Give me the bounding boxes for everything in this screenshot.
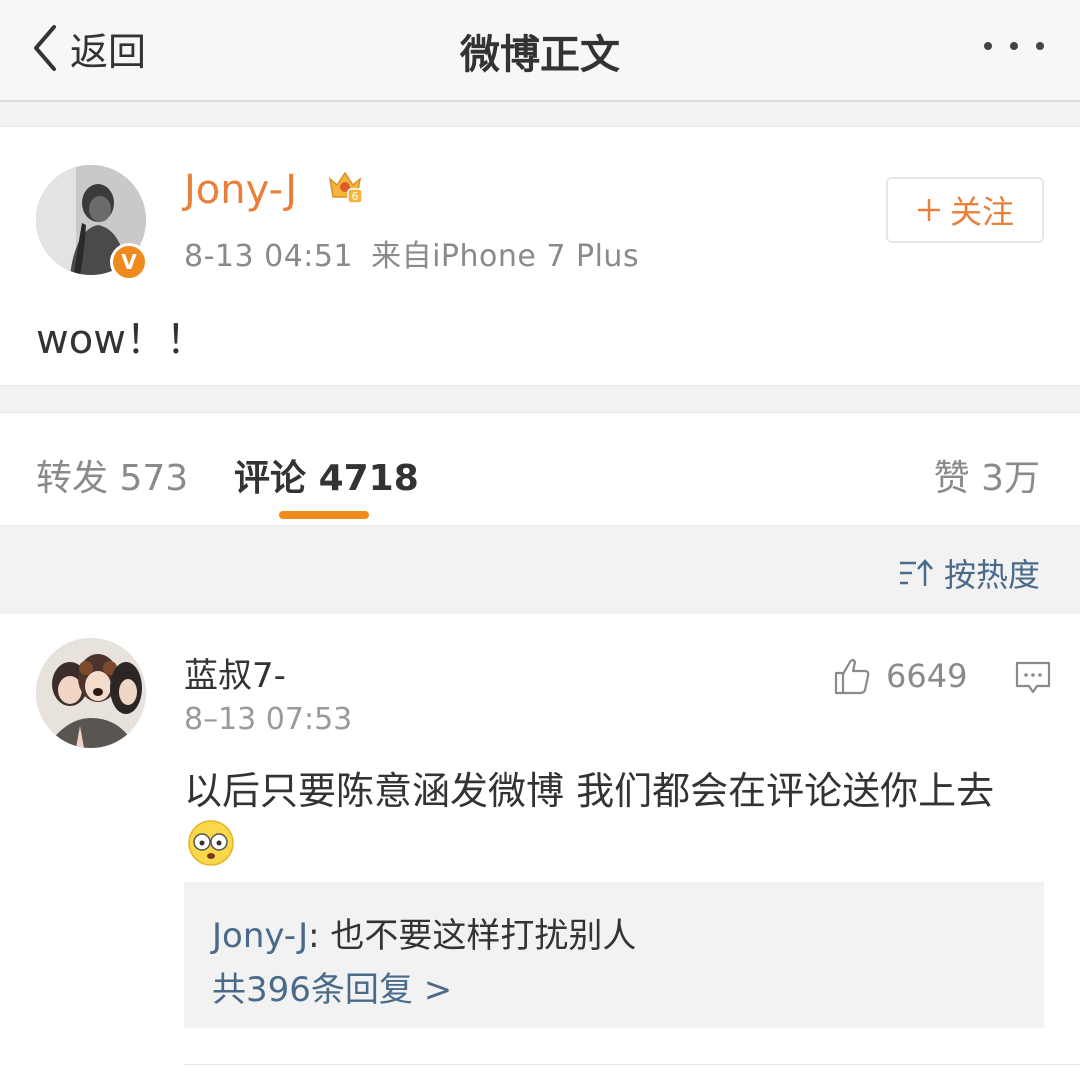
plus-icon (917, 199, 940, 221)
post-card: V Jony-J 6 8-13 04:51 来自iPhone 7 Plus 关注 … (0, 126, 1080, 386)
commenter-avatar[interactable] (36, 638, 146, 748)
verified-badge-icon: V (110, 243, 148, 281)
active-tab-indicator (279, 511, 369, 519)
comment-text: 以后只要陈意涵发微博 我们都会在评论送你上去 (184, 769, 995, 813)
author-name[interactable]: Jony-J (184, 167, 297, 213)
tab-like[interactable]: 赞 3万 (934, 449, 1040, 501)
comment-replies-box: Jony-J: 也不要这样打扰别人 共396条回复 > (184, 882, 1044, 1028)
sort-label: 按热度 (943, 556, 1040, 594)
tab-like-count: 3万 (981, 458, 1040, 499)
post-time: 8-13 04:51 (184, 239, 354, 274)
vip-level: 6 (352, 190, 359, 203)
tab-comment-count: 4718 (318, 458, 419, 499)
tab-like-label: 赞 (933, 458, 970, 499)
comment-like-button[interactable]: 6649 (832, 656, 967, 696)
post-text: wow！！ (36, 317, 206, 363)
page-title: 微博正文 (460, 32, 620, 78)
sort-icon (899, 559, 933, 586)
tab-repost[interactable]: 转发 573 (36, 449, 188, 501)
divider (184, 1064, 1080, 1065)
sort-by-heat-button[interactable]: 按热度 (898, 550, 1040, 596)
comment-item: 蓝叔7- 8–13 07:53 6649 以后只要陈意涵发微博 我们都会在评论送… (0, 614, 1080, 1071)
reply-text: 也不要这样打扰别人 (319, 916, 637, 956)
tab-comment[interactable]: 评论 4718 (234, 449, 419, 501)
view-all-replies-link[interactable]: 共396条回复 > (212, 962, 452, 1011)
reply-separator: : (308, 916, 320, 956)
post-meta: 8-13 04:51 来自iPhone 7 Plus (184, 231, 639, 275)
tab-repost-count: 573 (119, 458, 189, 499)
reply-author[interactable]: Jony-J (212, 916, 308, 956)
sort-bar: 按热度 (0, 526, 1080, 614)
vip-crown-icon: 6 (328, 171, 363, 204)
post-tabs: 转发 573 评论 4718 赞 3万 (0, 412, 1080, 526)
more-dots-icon[interactable] (984, 34, 1044, 58)
tab-repost-label: 转发 (36, 458, 109, 499)
follow-label: 关注 (949, 193, 1014, 231)
thumbs-up-icon (834, 658, 870, 695)
comment-like-count: 6649 (886, 657, 968, 695)
reply-line: Jony-J: 也不要这样打扰别人 (212, 908, 636, 957)
commenter-name[interactable]: 蓝叔7- (184, 648, 286, 697)
shocked-face-emoji-icon (188, 820, 234, 866)
comment-time: 8–13 07:53 (184, 702, 353, 737)
top-nav-bar: 返回 微博正文 (0, 0, 1080, 102)
follow-button[interactable]: 关注 (886, 177, 1044, 243)
post-source: 来自iPhone 7 Plus (371, 239, 640, 274)
tab-comment-label: 评论 (234, 458, 307, 499)
reply-comment-icon[interactable] (1014, 660, 1052, 696)
